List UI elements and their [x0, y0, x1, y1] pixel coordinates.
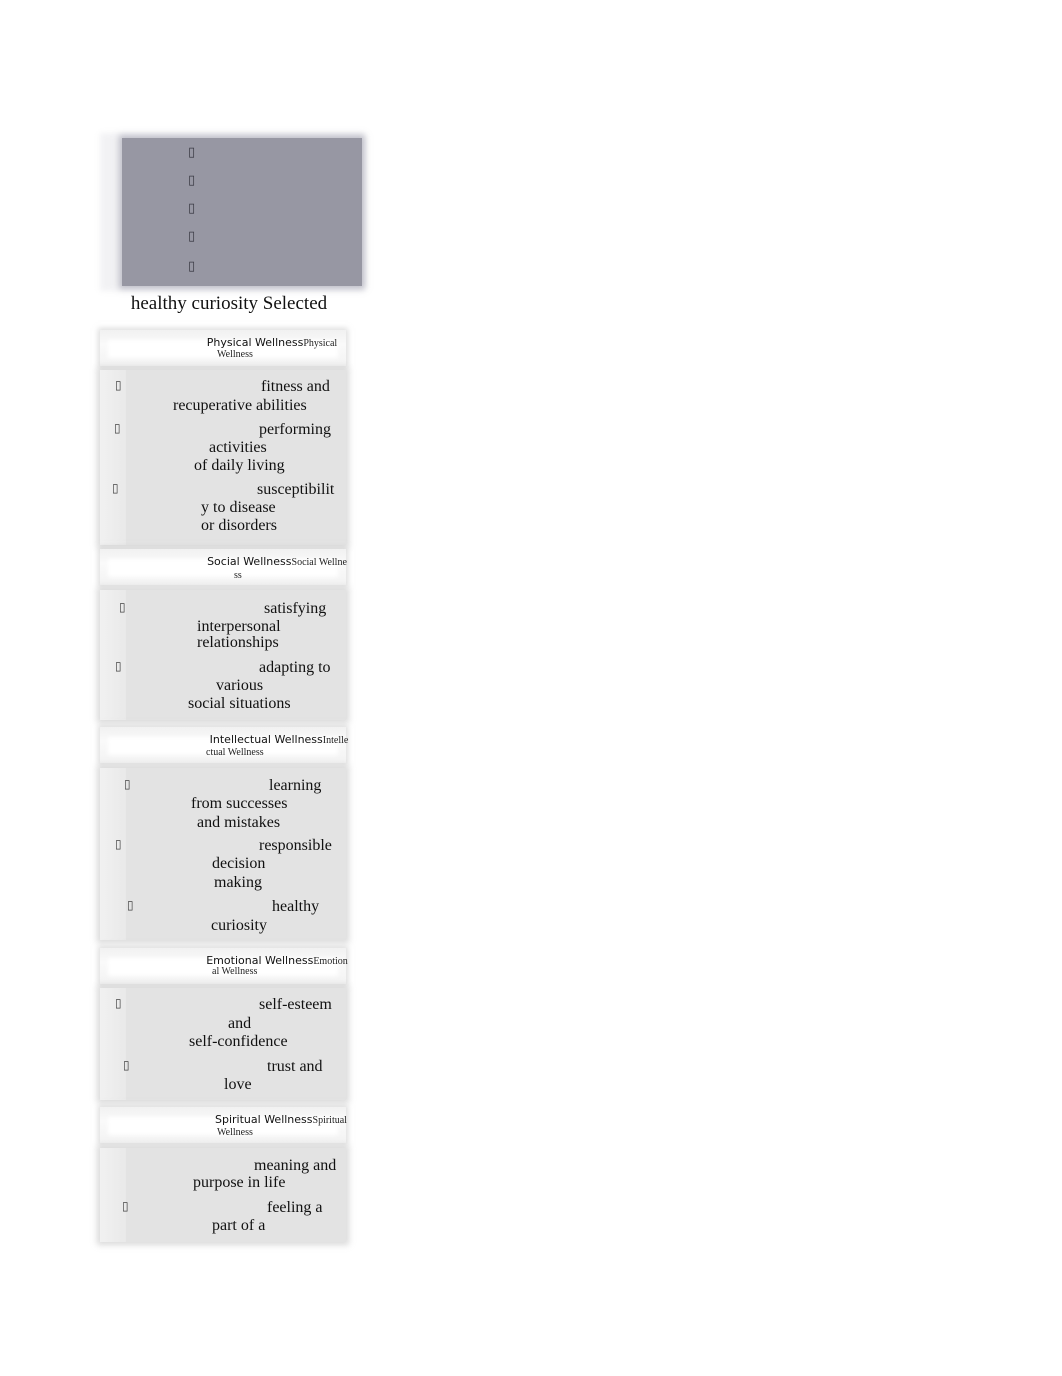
- section-title: Physical Wellness: [206, 336, 304, 349]
- item-text: y to disease: [201, 499, 276, 516]
- bullet-icon: ▯: [127, 898, 134, 912]
- section-body-social: ▯ satisfying interpersonal relationships…: [100, 590, 346, 720]
- item-text: responsible: [259, 837, 332, 854]
- selected-caption: healthy curiosity Selected: [130, 293, 328, 314]
- section-title-duplicate-cont: ss: [234, 570, 242, 581]
- section-header-emotional: Emotional WellnessEmotion al Wellness: [100, 948, 348, 984]
- item-text: social situations: [188, 695, 291, 712]
- item-text: decision: [212, 855, 266, 872]
- item-text: various: [216, 677, 264, 694]
- item-text: and: [228, 1015, 252, 1032]
- item-text: recuperative abilities: [173, 397, 307, 414]
- section-header-intellectual: Intellectual WellnessIntelle ctual Welln…: [100, 727, 349, 763]
- bullet-icon: ▯: [122, 1199, 129, 1213]
- checkbox-icon[interactable]: ▯: [188, 173, 195, 188]
- section-title: Spiritual Wellness: [215, 1113, 313, 1126]
- item-text: curiosity: [211, 917, 267, 934]
- section-body-spiritual: meaning and purpose in life ▯ feeling a …: [100, 1148, 346, 1242]
- section-title-duplicate: Intelle: [322, 735, 349, 746]
- section-title-duplicate: Emotion: [313, 956, 348, 967]
- item-text: feeling a: [267, 1199, 323, 1216]
- checkbox-icon[interactable]: ▯: [188, 145, 195, 160]
- item-text: and mistakes: [197, 814, 281, 831]
- item-text: or disorders: [201, 517, 277, 534]
- item-text: relationships: [197, 634, 279, 651]
- section-title-duplicate-cont: al Wellness: [212, 966, 258, 977]
- item-text: self-esteem: [259, 996, 332, 1013]
- section-title: Intellectual Wellness: [209, 733, 323, 746]
- item-text: trust and: [267, 1058, 323, 1075]
- bullet-icon: ▯: [119, 600, 126, 614]
- section-body-emotional: ▯ self-esteem and self-confidence ▯ trus…: [100, 988, 346, 1100]
- section-title-duplicate: Spiritual: [312, 1115, 347, 1126]
- item-text: satisfying: [264, 600, 327, 617]
- bullet-icon: ▯: [115, 996, 122, 1010]
- item-text: love: [224, 1076, 252, 1093]
- section-body-intellectual: ▯ learning from successes and mistakes ▯…: [100, 768, 346, 940]
- item-text: self-confidence: [189, 1033, 288, 1050]
- item-text: of daily living: [194, 457, 285, 474]
- item-text: making: [214, 874, 262, 891]
- bullet-icon: ▯: [115, 378, 122, 392]
- section-header-physical: Physical WellnessPhysical Wellness: [100, 330, 346, 366]
- bullet-icon: ▯: [114, 421, 121, 435]
- section-body-physical: ▯ fitness and recuperative abilities ▯ p…: [100, 370, 346, 545]
- section-title-duplicate-cont: ctual Wellness: [206, 747, 264, 758]
- item-text: part of a: [212, 1217, 266, 1234]
- item-text: healthy: [272, 898, 320, 915]
- item-text: learning: [269, 777, 322, 794]
- item-text: fitness and: [261, 378, 330, 395]
- section-title-duplicate-cont: Wellness: [217, 1127, 253, 1138]
- section-header-social: Social WellnessSocial Wellne ss: [100, 549, 347, 585]
- section-title-duplicate-cont: Wellness: [217, 349, 253, 360]
- section-title: Social Wellness: [207, 555, 292, 568]
- item-text: from successes: [191, 795, 288, 812]
- item-text: adapting to: [259, 659, 331, 676]
- item-text: meaning and: [254, 1157, 337, 1174]
- bullet-icon: ▯: [115, 837, 122, 851]
- bullet-icon: ▯: [124, 777, 131, 791]
- item-text: activities: [209, 439, 267, 456]
- item-text: purpose in life: [193, 1174, 286, 1191]
- section-title-duplicate: Physical: [303, 338, 338, 349]
- selection-icon-panel: ▯ ▯ ▯ ▯ ▯: [122, 138, 362, 286]
- bullet-icon: ▯: [115, 659, 122, 673]
- bullet-icon: ▯: [112, 481, 119, 495]
- item-text: susceptibilit: [257, 481, 335, 498]
- section-title-duplicate: Social Wellne: [291, 557, 347, 568]
- item-text: performing: [259, 421, 331, 438]
- checkbox-icon[interactable]: ▯: [188, 259, 195, 274]
- section-header-spiritual: Spiritual WellnessSpiritual Wellness: [100, 1107, 347, 1143]
- checkbox-icon[interactable]: ▯: [188, 229, 195, 244]
- checkbox-icon[interactable]: ▯: [188, 201, 195, 216]
- bullet-icon: ▯: [123, 1058, 130, 1072]
